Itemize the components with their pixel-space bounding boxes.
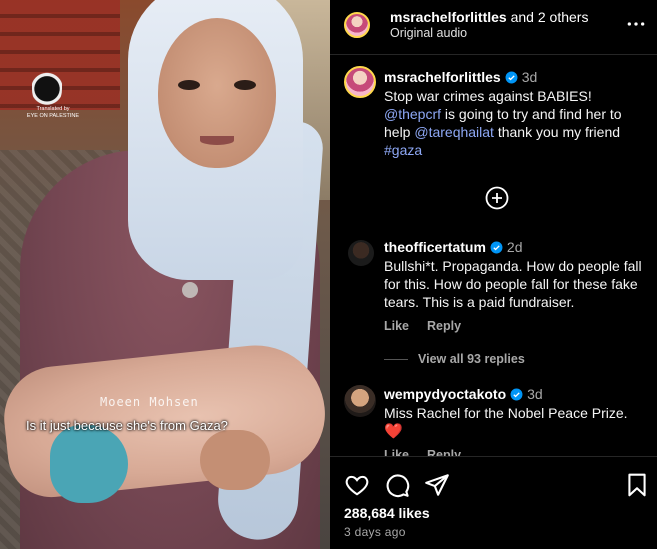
eye-on-palestine-emblem-icon xyxy=(32,60,62,108)
mention-thepcrf[interactable]: @thepcrf xyxy=(384,106,441,122)
hand xyxy=(200,430,270,490)
subtitle-name: Moeen Mohsen xyxy=(100,395,199,409)
comment-item: theofficertatum 2d Bullshi*t. Propaganda.… xyxy=(330,238,657,348)
mouth xyxy=(200,136,234,145)
comment-time: 2d xyxy=(506,239,523,255)
eye xyxy=(178,80,200,90)
woman-face xyxy=(158,18,276,168)
eye xyxy=(234,80,256,90)
load-more-comments-icon[interactable] xyxy=(485,186,509,210)
garment-button xyxy=(182,282,198,298)
avatar[interactable] xyxy=(348,240,374,266)
post-footer: 288,684 likes 3 days ago xyxy=(330,456,657,549)
header-username[interactable]: msrachelforlittles xyxy=(390,9,507,25)
post-header: msrachelforlittles and 2 others Original… xyxy=(330,0,657,55)
likes-count[interactable]: 288,684 likes xyxy=(344,505,430,521)
view-replies-button[interactable]: View all 93 replies xyxy=(384,352,525,366)
comment-user-row: wempydyoctakoto 3d xyxy=(384,386,543,402)
avatar[interactable] xyxy=(344,12,370,38)
header-others[interactable]: and 2 others xyxy=(507,9,589,25)
share-icon[interactable] xyxy=(424,472,450,498)
verified-badge-icon xyxy=(505,71,518,84)
avatar[interactable] xyxy=(344,385,376,417)
header-user[interactable]: msrachelforlittles and 2 others xyxy=(390,9,588,25)
baby-diaper xyxy=(50,425,128,503)
view-replies-label[interactable]: View all 93 replies xyxy=(418,352,525,366)
avatar[interactable] xyxy=(344,66,376,98)
original-audio-link[interactable]: Original audio xyxy=(390,26,467,40)
subtitle-text: Is it just because she's from Gaza? xyxy=(26,418,228,433)
verified-badge-icon xyxy=(490,241,503,254)
comment-item: wempydyoctakoto 3d Miss Rachel for the No… xyxy=(330,385,657,462)
mention-tareqhailat[interactable]: @tareqhailat xyxy=(414,124,494,140)
comment-username[interactable]: theofficertatum xyxy=(384,239,486,255)
comment-text: Bullshi*t. Propaganda. How do people fal… xyxy=(384,258,642,310)
hashtag-gaza[interactable]: #gaza xyxy=(384,142,422,158)
caption-user-row: msrachelforlittles 3d xyxy=(384,69,537,85)
comment-username[interactable]: wempydyoctakoto xyxy=(384,386,506,402)
more-horizontal-icon[interactable] xyxy=(626,14,646,34)
caption-username[interactable]: msrachelforlittles xyxy=(384,69,501,85)
heart-icon[interactable] xyxy=(344,472,370,498)
post-sidebar: msrachelforlittles and 2 others Original… xyxy=(330,0,657,549)
watermark-line1: Translated by xyxy=(36,106,70,112)
red-heart-emoji: ❤️ xyxy=(384,422,403,440)
like-comment-button[interactable]: Like xyxy=(384,319,409,333)
reply-button[interactable]: Reply xyxy=(427,319,461,333)
comment-text: Miss Rachel for the Nobel Peace Prize. ❤… xyxy=(384,404,646,440)
verified-badge-icon xyxy=(510,388,523,401)
comment-text-body: Miss Rachel for the Nobel Peace Prize. xyxy=(384,405,628,421)
divider xyxy=(384,359,408,361)
bookmark-icon[interactable] xyxy=(624,472,650,498)
caption-time: 3d xyxy=(521,69,538,85)
video-player[interactable]: Translated by EYE ON PALESTINE Moeen Moh… xyxy=(0,0,330,549)
watermark-logo: Translated by EYE ON PALESTINE xyxy=(14,60,92,124)
caption: msrachelforlittles 3d Stop war crimes aga… xyxy=(330,66,657,176)
watermark-line2: EYE ON PALESTINE xyxy=(26,113,80,119)
post-time-ago: 3 days ago xyxy=(344,525,406,539)
caption-line1: Stop war crimes against BABIES! xyxy=(384,88,592,104)
comment-time: 3d xyxy=(527,386,543,402)
comment-user-row: theofficertatum 2d xyxy=(384,239,522,255)
caption-text: Stop war crimes against BABIES! @thepcrf… xyxy=(384,87,646,159)
comment-icon[interactable] xyxy=(384,472,410,498)
caption-line2-end: thank you my friend xyxy=(493,124,621,140)
comment-actions: Like Reply xyxy=(384,319,479,333)
